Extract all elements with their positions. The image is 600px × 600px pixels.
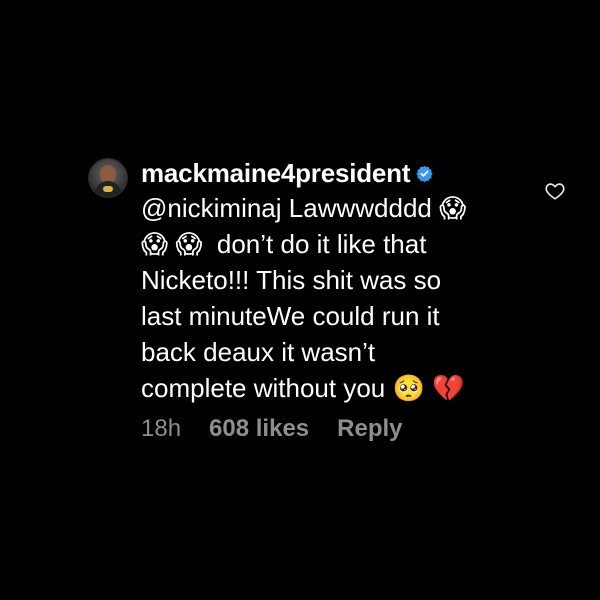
verified-badge-icon <box>416 165 434 182</box>
comment-text: @nickiminaj Lawwwdddd 😱 😱 😱 don’t do it … <box>141 190 481 406</box>
likes-count[interactable]: 608 likes <box>209 415 309 443</box>
avatar-chain <box>103 186 113 192</box>
comment-content: mackmaine4president @nickiminaj Lawwwddd… <box>141 158 481 443</box>
reply-button[interactable]: Reply <box>337 415 402 443</box>
comment-line-3: Nicketo!!! This shit was so <box>141 265 442 295</box>
comment-line-6: complete without you 🥺 💔 <box>141 373 465 403</box>
avatar[interactable] <box>88 158 128 198</box>
comment-line-1: Lawwwdddd 😱 <box>288 193 467 223</box>
comment: mackmaine4president @nickiminaj Lawwwddd… <box>88 158 568 443</box>
mention-link[interactable]: @nickiminaj <box>141 193 282 223</box>
username[interactable]: mackmaine4president <box>141 158 411 189</box>
timestamp: 18h <box>141 415 182 442</box>
comment-line-5: back deaux it wasn’t <box>141 337 376 367</box>
comment-line-4: last minuteWe could run it <box>141 301 440 331</box>
comment-line-2: 😱 😱 don’t do it like that <box>141 229 427 259</box>
comment-meta: 18h 608 likes Reply <box>141 415 481 443</box>
comment-header: mackmaine4president <box>141 158 481 188</box>
heart-outline-icon[interactable] <box>544 180 566 202</box>
